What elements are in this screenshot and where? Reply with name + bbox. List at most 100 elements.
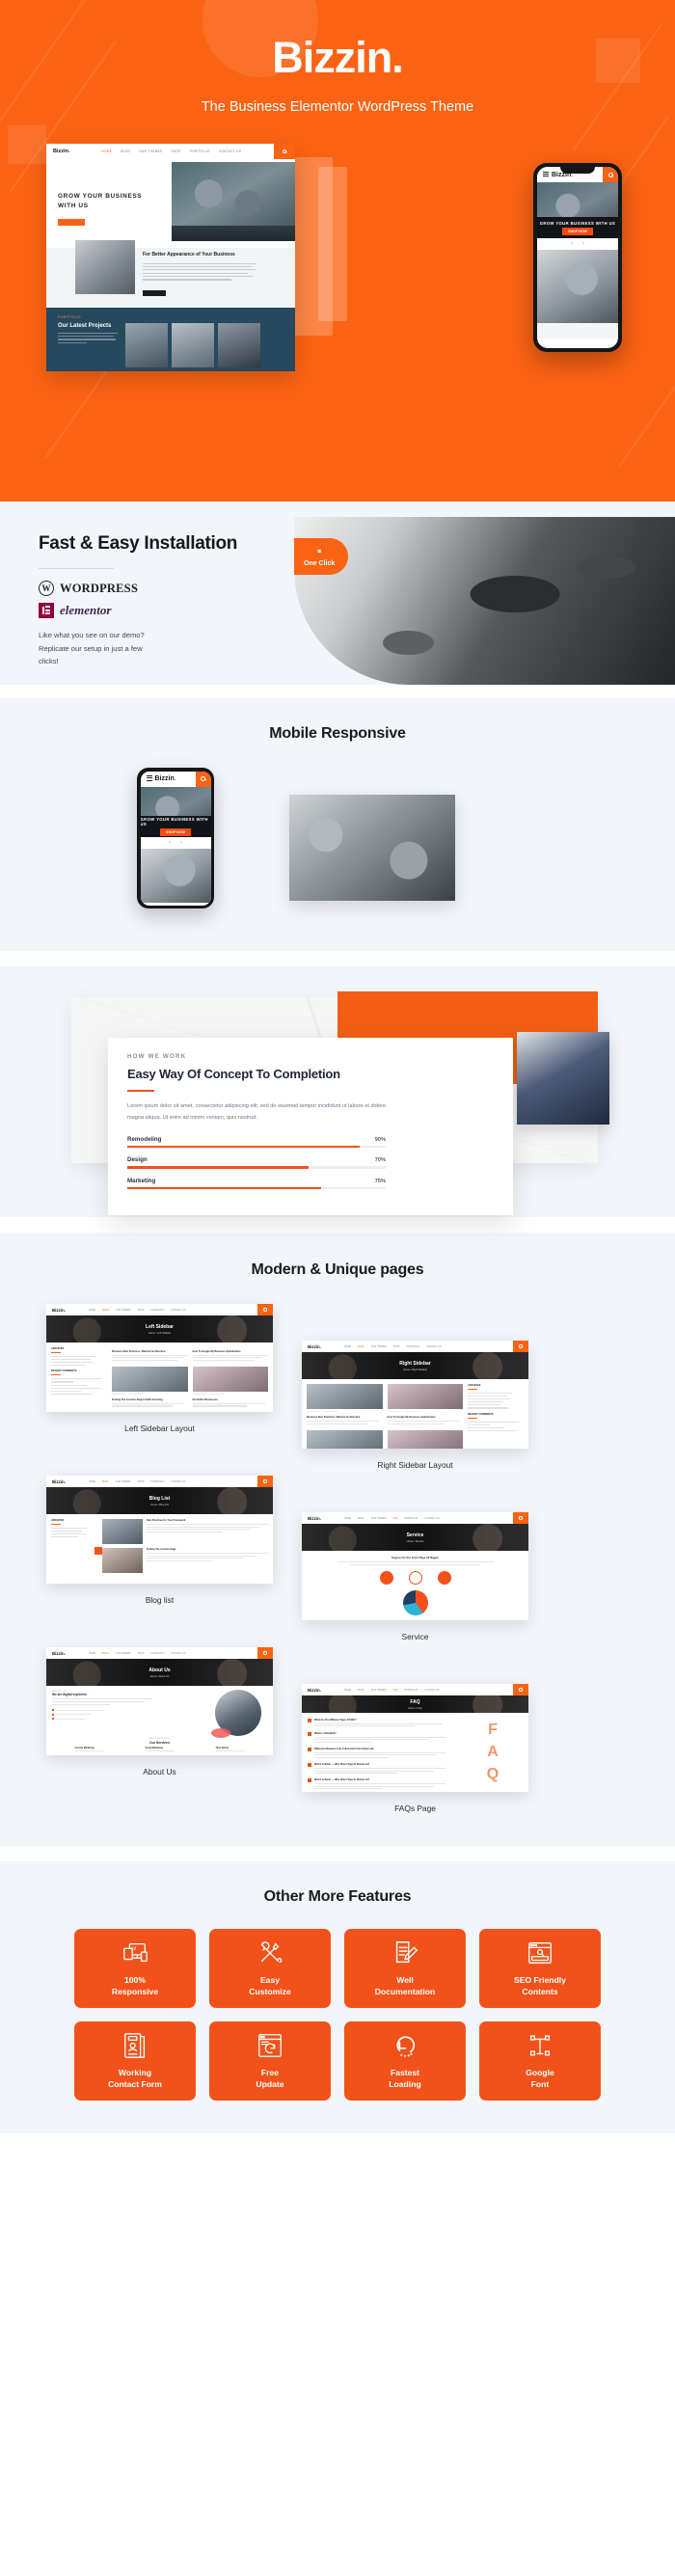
- page-card-left-sidebar[interactable]: Bizzin. HOME BLOG OUR THEMES SHOP PORTFO…: [46, 1304, 273, 1433]
- mockup-nav-links: HOME BLOG OUR THEMES FAQ PORTFOLIO CONTA…: [344, 1517, 440, 1520]
- search-icon: [257, 1476, 273, 1487]
- main-column: Best Practices For Your Framework Findin…: [102, 1519, 268, 1579]
- wordpress-label: WORDPRESS: [60, 581, 138, 595]
- nav-link: CONTACT US: [218, 149, 242, 153]
- faq-marker-icon: [308, 1719, 311, 1722]
- skill-bar-row: Remodeling 90%: [127, 1136, 386, 1149]
- feature-card-seo[interactable]: SEO Friendly Contents: [479, 1929, 601, 2008]
- pages-grid: Bizzin. HOME BLOG OUR THEMES SHOP PORTFO…: [0, 1304, 675, 1813]
- main-column: Business Best Practices: Website Archite…: [307, 1384, 463, 1449]
- nav-link: FAQ: [392, 1516, 398, 1520]
- post-title: Business Best Practices: Website Archite…: [112, 1349, 166, 1353]
- browser-refresh-icon: [256, 2031, 284, 2060]
- phone-mockup: Bizzin. GROW YOUR BUSINESS WITH US SHOP …: [137, 768, 214, 908]
- page-card-faqs[interactable]: Bizzin. HOME BLOG OUR THEMES FAQ PORTFOL…: [302, 1684, 528, 1813]
- mockup-headline: GROW YOUR BUSINESS WITH US: [58, 193, 143, 209]
- skill-bar-fill: [127, 1186, 321, 1190]
- post-thumbnail: [387, 1384, 463, 1409]
- step-circle: [379, 1571, 393, 1585]
- mockup-projects-eyebrow: PORTFOLIO: [58, 315, 82, 319]
- faq-item: Difference Between A No Follow And A No …: [308, 1747, 457, 1759]
- skill-bar-track: [127, 1145, 386, 1149]
- feature-card-documentation[interactable]: Well Documentation: [344, 1929, 466, 2008]
- feature-card-fastest-loading[interactable]: Fastest Loading: [344, 2021, 466, 2101]
- elementor-logo: elementor: [39, 603, 289, 619]
- banner-breadcrumb: Home / FAQ: [408, 1706, 422, 1710]
- faq-item: Which Is Better — Why Robot Tags Or Robo…: [308, 1778, 457, 1790]
- banner-breadcrumb: Home / Right Sidebar: [403, 1368, 427, 1371]
- skill-label: Marketing: [127, 1177, 156, 1184]
- section-gap: [0, 685, 675, 698]
- faq-letter: A: [487, 1743, 499, 1760]
- mockup-nav-links: HOME BLOG OUR THEMES SHOP PORTFOLIO CONT…: [89, 1309, 186, 1312]
- mockup-navbar: Bizzin. HOME BLOG OUR THEMES SHOP PORTFO…: [46, 1647, 273, 1659]
- phone-secondary-photo: [140, 848, 211, 903]
- page-banner: Blog List Home / Blog List: [46, 1487, 273, 1514]
- service-paragraph: [307, 1561, 524, 1565]
- page-screenshot: Bizzin. HOME BLOG OUR THEMES SHOP PORTFO…: [46, 1647, 273, 1755]
- faq-question: Which Is Better — Why Robot Tags Or Robo…: [314, 1778, 370, 1782]
- faq-question: Which Is Better — Why Robot Tags Or Robo…: [314, 1763, 370, 1767]
- mockup-about-band: For Better Appearance of Your Business: [46, 240, 295, 308]
- nav-link: CONTACT US: [424, 1516, 440, 1520]
- faq-list: What Are The Different Types Of SEO? Wha…: [308, 1719, 457, 1790]
- skill-bar-fill: [127, 1145, 361, 1149]
- nav-link: CONTACT US: [171, 1651, 186, 1655]
- chevron-right-icon: ›: [582, 241, 584, 247]
- mobile-responsive-title: Mobile Responsive: [269, 725, 406, 742]
- mockup-navbar: Bizzin. HOME BLOG OUR THEMES FAQ PORTFOL…: [302, 1684, 528, 1695]
- theme-preview-page: Bizzin. The Business Elementor WordPress…: [0, 0, 675, 2133]
- project-thumb: [172, 323, 214, 367]
- search-icon: [195, 771, 211, 787]
- sidebar-block-title: ARCHIVES: [51, 1347, 65, 1350]
- post-thumbnail: [307, 1384, 383, 1409]
- services-title: Our Services: [149, 1740, 170, 1745]
- post-thumbnail: [192, 1366, 268, 1392]
- one-click-label: One Click: [304, 560, 336, 567]
- feature-card-free-update[interactable]: Free Update: [209, 2021, 331, 2101]
- nav-link: BLOG: [358, 1516, 364, 1520]
- banner-title: Service: [406, 1532, 424, 1538]
- feature-card-google-font[interactable]: Google Font: [479, 2021, 601, 2101]
- mockup-logo: Bizzin.: [52, 1650, 66, 1656]
- feature-label: Google Font: [526, 2068, 554, 2089]
- page-card-service[interactable]: Bizzin. HOME BLOG OUR THEMES FAQ PORTFOL…: [302, 1512, 528, 1641]
- nav-link: HOME: [88, 1479, 96, 1483]
- skill-label: Design: [127, 1156, 148, 1164]
- mockup-hero-band: GROW YOUR BUSINESS WITH US: [46, 159, 295, 248]
- page-banner: Left Sidebar Home / Left Sidebar: [46, 1315, 273, 1342]
- service-step-circles: [307, 1571, 524, 1585]
- page-card-right-sidebar[interactable]: Bizzin. HOME BLOG OUR THEMES SHOP PORTFO…: [302, 1341, 528, 1470]
- service-name: Social Marketing: [145, 1747, 163, 1749]
- banner-title: Blog List: [148, 1495, 171, 1502]
- nav-link: PORTFOLIO: [150, 1651, 165, 1655]
- feature-card-contact-form[interactable]: Working Contact Form: [74, 2021, 196, 2101]
- concept-card: HOW WE WORK Easy Way Of Concept To Compl…: [108, 1038, 513, 1216]
- installation-title: Fast & Easy Installation: [39, 533, 238, 554]
- sidebar-block-title: ARCHIVES: [468, 1384, 481, 1387]
- post-title: Finding The Ascetics Edge: [147, 1548, 176, 1551]
- phone-carousel-arrows: ‹ ›: [140, 836, 211, 849]
- wordpress-icon: [39, 581, 54, 597]
- nav-link: OUR THEMES: [139, 149, 163, 153]
- phone-secondary-photo: [537, 250, 618, 323]
- nav-link: OUR THEMES: [115, 1479, 131, 1483]
- services-row: Content Marketing Social Marketing Time …: [46, 1747, 273, 1751]
- installation-description: Like what you see on our demo? Replicate…: [39, 631, 145, 665]
- page-label: Left Sidebar Layout: [124, 1424, 195, 1433]
- mockup-navbar: Bizzin. HOME BLOG OUR THEMES FAQ PORTFOL…: [302, 1512, 528, 1524]
- nav-link: CONTACT US: [424, 1688, 440, 1692]
- mockup-logo: Bizzin.: [52, 1478, 66, 1484]
- page-label: Service: [401, 1632, 429, 1641]
- mobile-responsive-section: Mobile Responsive Bizzin. GROW YOUR BUSI…: [0, 698, 675, 951]
- mockup-logo: Bizzin.: [308, 1515, 321, 1521]
- page-label: FAQs Page: [394, 1803, 436, 1813]
- features-section: Other More Features 100% Responsive Easy…: [0, 1861, 675, 2133]
- page-banner: About Us Home / About Us: [46, 1659, 273, 1686]
- skill-value: 75%: [374, 1178, 386, 1184]
- feature-card-customize[interactable]: Easy Customize: [209, 1929, 331, 2008]
- desktop-mockup: Bizzin. HOME BLOG OUR THEMES SHOP PORTFO…: [46, 144, 295, 371]
- page-card-about-us[interactable]: Bizzin. HOME BLOG OUR THEMES SHOP PORTFO…: [46, 1647, 273, 1776]
- page-card-blog-list[interactable]: Bizzin. HOME BLOG OUR THEMES SHOP PORTFO…: [46, 1476, 273, 1605]
- feature-card-responsive[interactable]: 100% Responsive: [74, 1929, 196, 2008]
